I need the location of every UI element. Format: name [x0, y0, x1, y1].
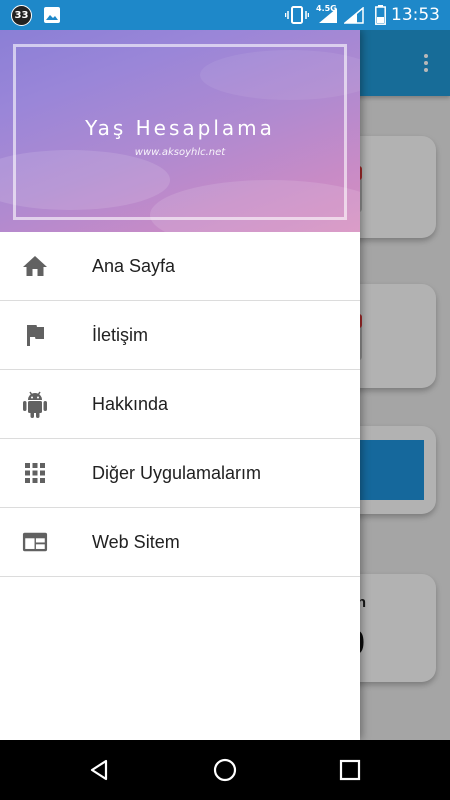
android-icon [22, 391, 48, 418]
app-title: Yaş Hesaplama [85, 116, 275, 140]
notification-badge-icon: 33 [11, 5, 32, 26]
menu-item-label: Diğer Uygulamalarım [92, 462, 262, 483]
menu-item-about[interactable]: Hakkında [0, 370, 360, 439]
recents-icon[interactable] [335, 755, 365, 785]
menu-item-contact[interactable]: İletişim [0, 301, 360, 370]
menu-item-label: Ana Sayfa [92, 255, 176, 276]
navigation-drawer: Yaş Hesaplama www.aksoyhlc.net Ana Sayfa… [0, 30, 360, 740]
gallery-icon [44, 7, 60, 23]
app-website: www.aksoyhlc.net [134, 147, 226, 158]
drawer-header: Yaş Hesaplama www.aksoyhlc.net [0, 30, 360, 232]
signal-icon-2 [344, 7, 364, 24]
menu-item-label: Hakkında [92, 393, 169, 414]
menu-item-label: Web Sitem [92, 531, 180, 552]
home-icon [22, 253, 48, 279]
menu-item-website[interactable]: Web Sitem [0, 508, 360, 577]
apps-grid-icon [22, 460, 48, 486]
signal-icon [319, 8, 337, 23]
web-icon [22, 529, 48, 555]
menu-item-home[interactable]: Ana Sayfa [0, 232, 360, 301]
home-circle-icon[interactable] [210, 755, 240, 785]
menu-item-other-apps[interactable]: Diğer Uygulamalarım [0, 439, 360, 508]
back-icon[interactable] [84, 755, 114, 785]
drawer-menu: Ana Sayfa İletişim Hakkında Diğer Uygula… [0, 232, 360, 577]
flag-icon [22, 322, 48, 348]
vibrate-icon [285, 6, 309, 24]
battery-icon [375, 5, 386, 25]
menu-item-label: İletişim [92, 324, 149, 345]
status-clock: 13:53 [391, 5, 440, 25]
status-bar: 33 4.5G 13:53 [0, 0, 450, 30]
system-navigation-bar [0, 740, 450, 800]
